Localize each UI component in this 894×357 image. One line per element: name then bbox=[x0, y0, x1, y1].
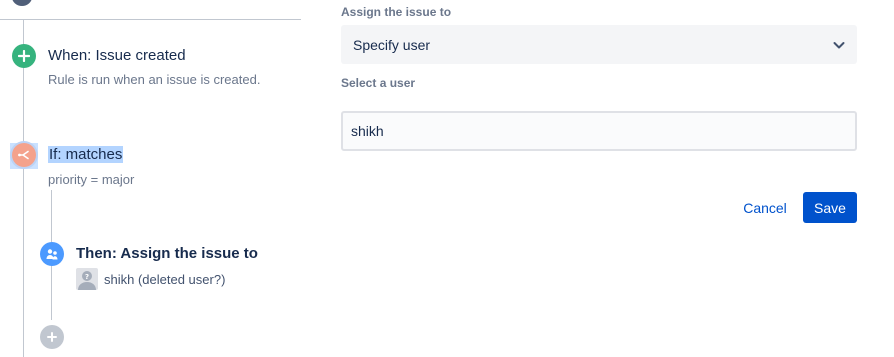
plus-icon[interactable] bbox=[12, 44, 36, 68]
action-assignee: shikh (deleted user?) bbox=[104, 272, 226, 287]
rule-panel: When: Issue created Rule is run when an … bbox=[0, 0, 320, 357]
assign-field-label: Assign the issue to bbox=[341, 5, 452, 19]
action-title[interactable]: Then: Assign the issue to bbox=[76, 245, 258, 262]
config-panel: Assign the issue to Specify user Select … bbox=[341, 0, 861, 357]
svg-text:?: ? bbox=[85, 273, 89, 281]
add-icon[interactable] bbox=[40, 325, 64, 349]
cancel-button[interactable]: Cancel bbox=[738, 192, 792, 223]
deleted-user-avatar: ? bbox=[76, 268, 98, 290]
condition-title[interactable]: If: matches bbox=[48, 146, 124, 163]
rule-timeline bbox=[23, 20, 24, 357]
user-field-label: Select a user bbox=[341, 76, 416, 90]
user-input-value: shikh bbox=[351, 123, 384, 139]
save-button[interactable]: Save bbox=[803, 192, 857, 223]
assign-select[interactable]: Specify user bbox=[341, 25, 857, 64]
panel-divider bbox=[0, 19, 301, 20]
trigger-title[interactable]: When: Issue created bbox=[48, 47, 186, 64]
assign-select-value: Specify user bbox=[353, 36, 431, 53]
rule-avatar bbox=[12, 0, 32, 6]
branch-icon[interactable] bbox=[12, 143, 36, 167]
condition-description: priority = major bbox=[48, 172, 135, 187]
user-input[interactable]: shikh bbox=[341, 111, 857, 151]
trigger-description: Rule is run when an issue is created. bbox=[48, 72, 261, 87]
assign-user-icon[interactable] bbox=[40, 242, 64, 266]
chevron-down-icon bbox=[831, 37, 847, 53]
